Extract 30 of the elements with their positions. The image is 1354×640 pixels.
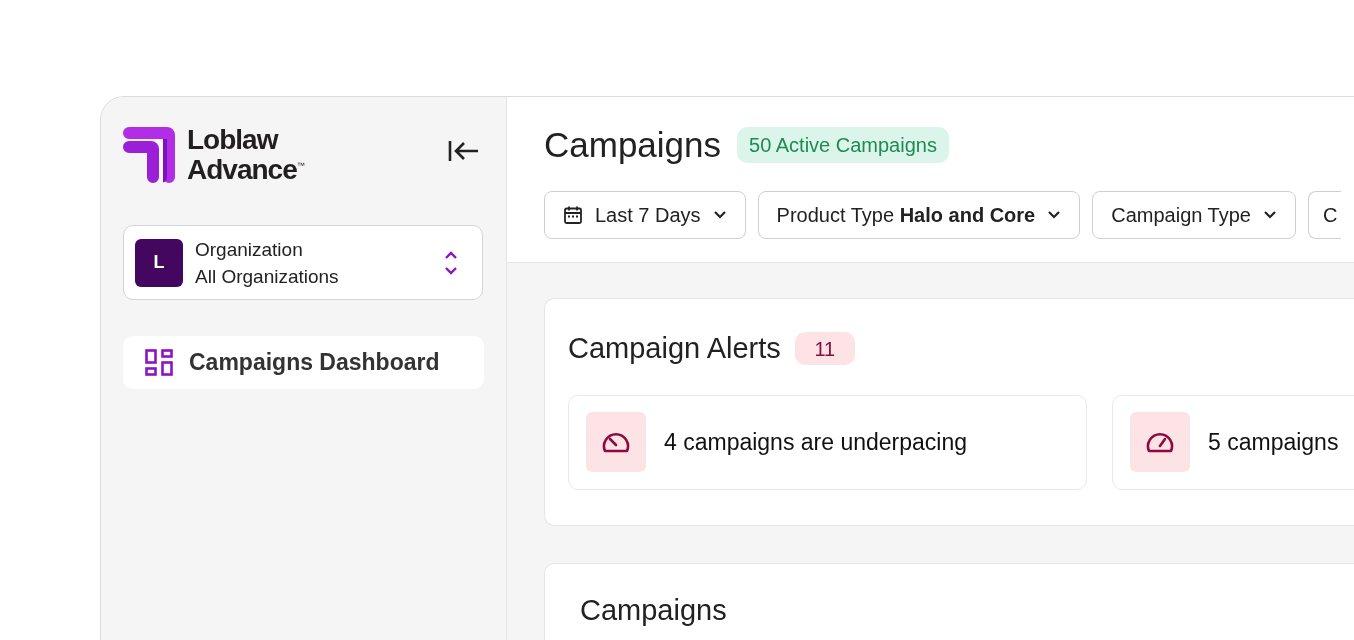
alert-count-badge: 11 <box>794 332 855 366</box>
trademark-mark: ™ <box>296 161 305 170</box>
logo-text: Loblaw <box>187 125 278 155</box>
alert-text: 5 campaigns <box>1208 427 1339 457</box>
organization-avatar: L <box>135 238 183 287</box>
filter-dropdown[interactable]: Product Type Halo and Core <box>757 191 1081 239</box>
logo-icon <box>123 127 175 183</box>
organization-selector[interactable]: L Organization All Organizations <box>123 225 483 300</box>
active-campaigns-badge: 50 Active Campaigns <box>737 127 949 163</box>
gauge-icon <box>601 430 631 454</box>
section-title: Campaigns <box>580 592 728 628</box>
filter-dropdown[interactable]: Last 7 Days <box>544 191 746 239</box>
alert-text: 4 campaigns are underpacing <box>664 427 968 457</box>
gauge-icon <box>1145 430 1175 454</box>
collapse-icon <box>448 139 480 163</box>
chevron-down-icon <box>712 210 727 220</box>
alert-card[interactable]: 5 campaigns <box>1112 394 1354 490</box>
nav-item[interactable]: Campaigns Dashboard <box>123 336 484 389</box>
selector-value: All Organizations <box>195 264 340 289</box>
chevron-down-icon <box>1262 210 1277 220</box>
logo-text: Advance <box>187 155 297 185</box>
page-title: Campaigns <box>544 125 722 165</box>
filter-dropdown[interactable]: Campaign Type <box>1092 191 1296 239</box>
section-title: Campaign Alerts <box>568 331 781 366</box>
dashboard-icon <box>145 348 173 377</box>
alert-card[interactable]: 4 campaigns are underpacing <box>568 394 1087 490</box>
calendar-icon <box>563 205 583 225</box>
selector-label: Organization <box>195 237 304 262</box>
filter-dropdown[interactable]: C <box>1307 191 1342 239</box>
chevron-down-icon <box>1047 210 1062 220</box>
